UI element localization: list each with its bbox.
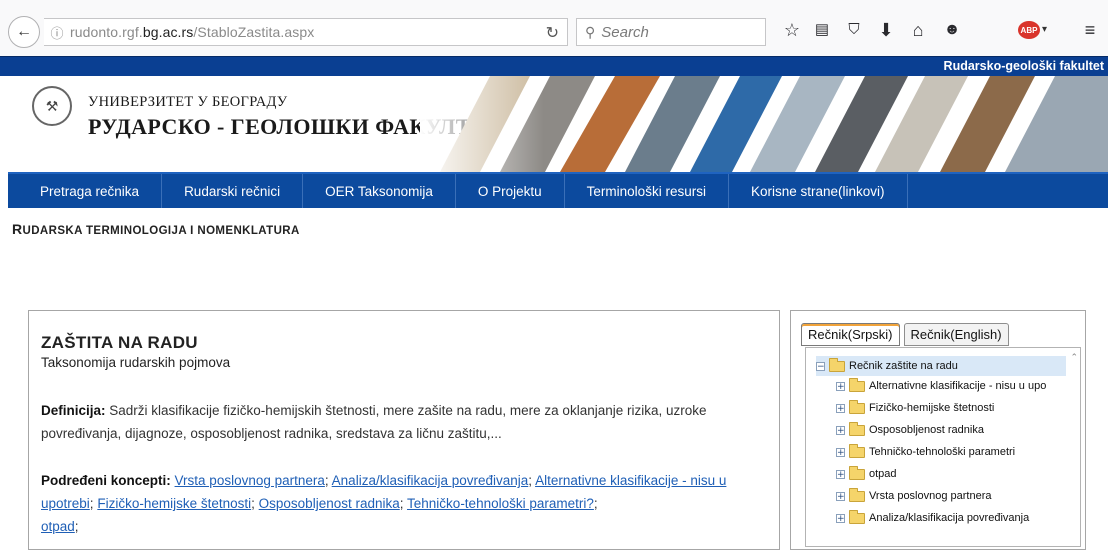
adblock-label: ABP (1020, 25, 1038, 35)
definition-label: Definicija: (41, 403, 106, 418)
download-icon[interactable]: ⬇ (874, 19, 898, 41)
folder-icon (849, 465, 865, 480)
reading-list-icon[interactable]: ▤ (810, 19, 834, 41)
expand-icon[interactable]: + (836, 491, 845, 501)
concept-subtitle: Taksonomija rudarskih pojmova (41, 355, 231, 370)
folder-icon (849, 421, 865, 436)
top-strip: Rudarsko-geološki fakultet (0, 56, 1108, 77)
expand-icon[interactable]: + (836, 447, 845, 457)
tree-item-label: Fizičko-hemijske štetnosti (869, 402, 995, 414)
pocket-icon[interactable]: ⛉ (842, 19, 866, 41)
expand-icon[interactable]: + (836, 425, 845, 435)
separator: ; (593, 496, 598, 511)
nav-oer-taksonomija[interactable]: OER Taksonomija (303, 174, 456, 208)
folder-icon (849, 443, 865, 458)
url-text: rudonto.rgf.bg.ac.rs/StabloZastita.aspx (70, 24, 314, 40)
menu-icon[interactable]: ≡ (1078, 19, 1102, 41)
page-heading-rest: UDARSKA TERMINOLOGIJA I NOMENKLATURA (22, 225, 300, 237)
sub-concepts: Podređeni koncepti: Vrsta poslovnog part… (41, 469, 771, 538)
search-placeholder: Search (601, 23, 649, 41)
main-nav: Pretraga rečnika Rudarski rečnici OER Ta… (8, 172, 1108, 208)
nav-korisne-strane[interactable]: Korisne strane(linkovi) (729, 174, 908, 208)
tree-item-label: Tehničko-tehnološki parametri (869, 446, 1016, 458)
dictionary-tree: ⌃ − Rečnik zaštite na radu + Alternativne… (805, 347, 1081, 547)
tree-item[interactable]: + Osposobljenost radnika (836, 420, 984, 440)
tree-item-label: Vrsta poslovnog partnera (869, 490, 992, 502)
separator: ; (251, 496, 255, 511)
info-icon[interactable]: ⓘ (44, 23, 70, 42)
folder-icon (829, 357, 845, 372)
bookmark-star-icon[interactable]: ☆ (780, 19, 804, 41)
chat-icon[interactable]: ☻ (940, 19, 964, 41)
url-bar[interactable]: ⓘ rudonto.rgf.bg.ac.rs/StabloZastita.asp… (44, 18, 568, 46)
browser-toolbar: ← ⓘ rudonto.rgf.bg.ac.rs/StabloZastita.a… (0, 0, 1108, 57)
concept-title: ZAŠTITA NA RADU (41, 333, 198, 352)
tree-item[interactable]: + Tehničko-tehnološki parametri (836, 442, 1015, 462)
expand-icon[interactable]: + (836, 513, 845, 523)
sub-concept-link[interactable]: Vrsta poslovnog partnera (175, 473, 325, 488)
dictionary-panel: Rečnik(Srpski) Rečnik(English) ⌃ − Rečni… (790, 310, 1086, 550)
sub-concept-link[interactable]: otpad (41, 519, 75, 534)
tree-item[interactable]: + Alternativne klasifikacije - nisu u upo (836, 376, 1046, 396)
url-prefix: rudonto.rgf. (70, 24, 143, 40)
nav-o-projektu[interactable]: O Projektu (456, 174, 565, 208)
tab-recnik-srpski[interactable]: Rečnik(Srpski) (801, 323, 900, 346)
separator: ; (74, 519, 79, 534)
university-logo-icon[interactable]: ⚒ (32, 86, 72, 126)
url-path: /StabloZastita.aspx (193, 24, 315, 40)
dictionary-tabs: Rečnik(Srpski) Rečnik(English) (801, 323, 1013, 346)
search-input[interactable]: ⚲ Search (576, 18, 766, 46)
chevron-down-icon[interactable]: ▾ (1042, 24, 1047, 35)
sub-concept-link[interactable]: Tehničko-tehnološki parametri? (407, 496, 594, 511)
home-icon[interactable]: ⌂ (906, 19, 930, 41)
expand-icon[interactable]: + (836, 381, 845, 391)
concept-panel: ZAŠTITA NA RADU Taksonomija rudarskih po… (28, 310, 780, 550)
separator: ; (528, 473, 533, 488)
folder-icon (849, 399, 865, 414)
sub-concepts-label: Podređeni koncepti: (41, 473, 171, 488)
nav-pretraga-recnika[interactable]: Pretraga rečnika (8, 174, 163, 208)
tree-item[interactable]: + Vrsta poslovnog partnera (836, 486, 992, 506)
site-header: ⚒ УНИВЕРЗИТЕТ У БЕОГРАДУ РУДАРСКО - ГЕОЛ… (0, 76, 1108, 172)
folder-icon (849, 487, 865, 502)
page-heading-initial: R (12, 221, 23, 237)
collapse-icon[interactable]: − (816, 361, 825, 371)
tree-item[interactable]: + Analiza/klasifikacija povređivanja (836, 508, 1029, 528)
top-strip-text: Rudarsko-geološki fakultet (943, 59, 1104, 73)
definition: Definicija: Sadrži klasifikacije fizičko… (41, 399, 769, 445)
tree-item-label: otpad (869, 468, 897, 480)
expand-icon[interactable]: + (836, 469, 845, 479)
tree-item-label: Osposobljenost radnika (869, 424, 984, 436)
header-banner-image (420, 76, 1108, 172)
folder-icon (849, 509, 865, 524)
expand-icon[interactable]: + (836, 403, 845, 413)
definition-text: Sadrži klasifikacije fizičko-hemijskih š… (41, 403, 707, 441)
scroll-up-icon[interactable]: ⌃ (1070, 352, 1078, 363)
tab-recnik-english[interactable]: Rečnik(English) (903, 323, 1009, 346)
tree-item[interactable]: + otpad (836, 464, 897, 484)
separator: ; (399, 496, 404, 511)
separator: ; (324, 473, 329, 488)
url-domain: bg.ac.rs (142, 24, 194, 40)
sub-concept-link[interactable]: Fizičko-hemijske štetnosti (97, 496, 251, 511)
university-name: УНИВЕРЗИТЕТ У БЕОГРАДУ (88, 94, 288, 110)
tree-root-label: Rečnik zaštite na radu (849, 360, 958, 372)
tree-item[interactable]: + Fizičko-hemijske štetnosti (836, 398, 994, 418)
sub-concept-link[interactable]: Analiza/klasifikacija povređivanja (332, 473, 529, 488)
back-arrow-icon: ← (16, 23, 32, 40)
tree-item-label: Analiza/klasifikacija povređivanja (869, 512, 1030, 524)
reload-icon[interactable]: ↻ (546, 23, 559, 43)
page-heading: RUDARSKA TERMINOLOGIJA I NOMENKLATURA (12, 221, 300, 237)
tree-item-label: Alternativne klasifikacije - nisu u upo (869, 380, 1047, 392)
sub-concept-link[interactable]: Osposobljenost radnika (259, 496, 400, 511)
search-icon: ⚲ (585, 23, 596, 40)
nav-rudarski-recnici[interactable]: Rudarski rečnici (162, 174, 304, 208)
back-button[interactable]: ← (8, 16, 40, 48)
folder-icon (849, 377, 865, 392)
tree-root[interactable]: − Rečnik zaštite na radu (816, 356, 1066, 376)
adblock-icon[interactable]: ABP (1018, 21, 1040, 39)
separator: ; (89, 496, 94, 511)
nav-terminoloski-resursi[interactable]: Terminološki resursi (565, 174, 729, 208)
